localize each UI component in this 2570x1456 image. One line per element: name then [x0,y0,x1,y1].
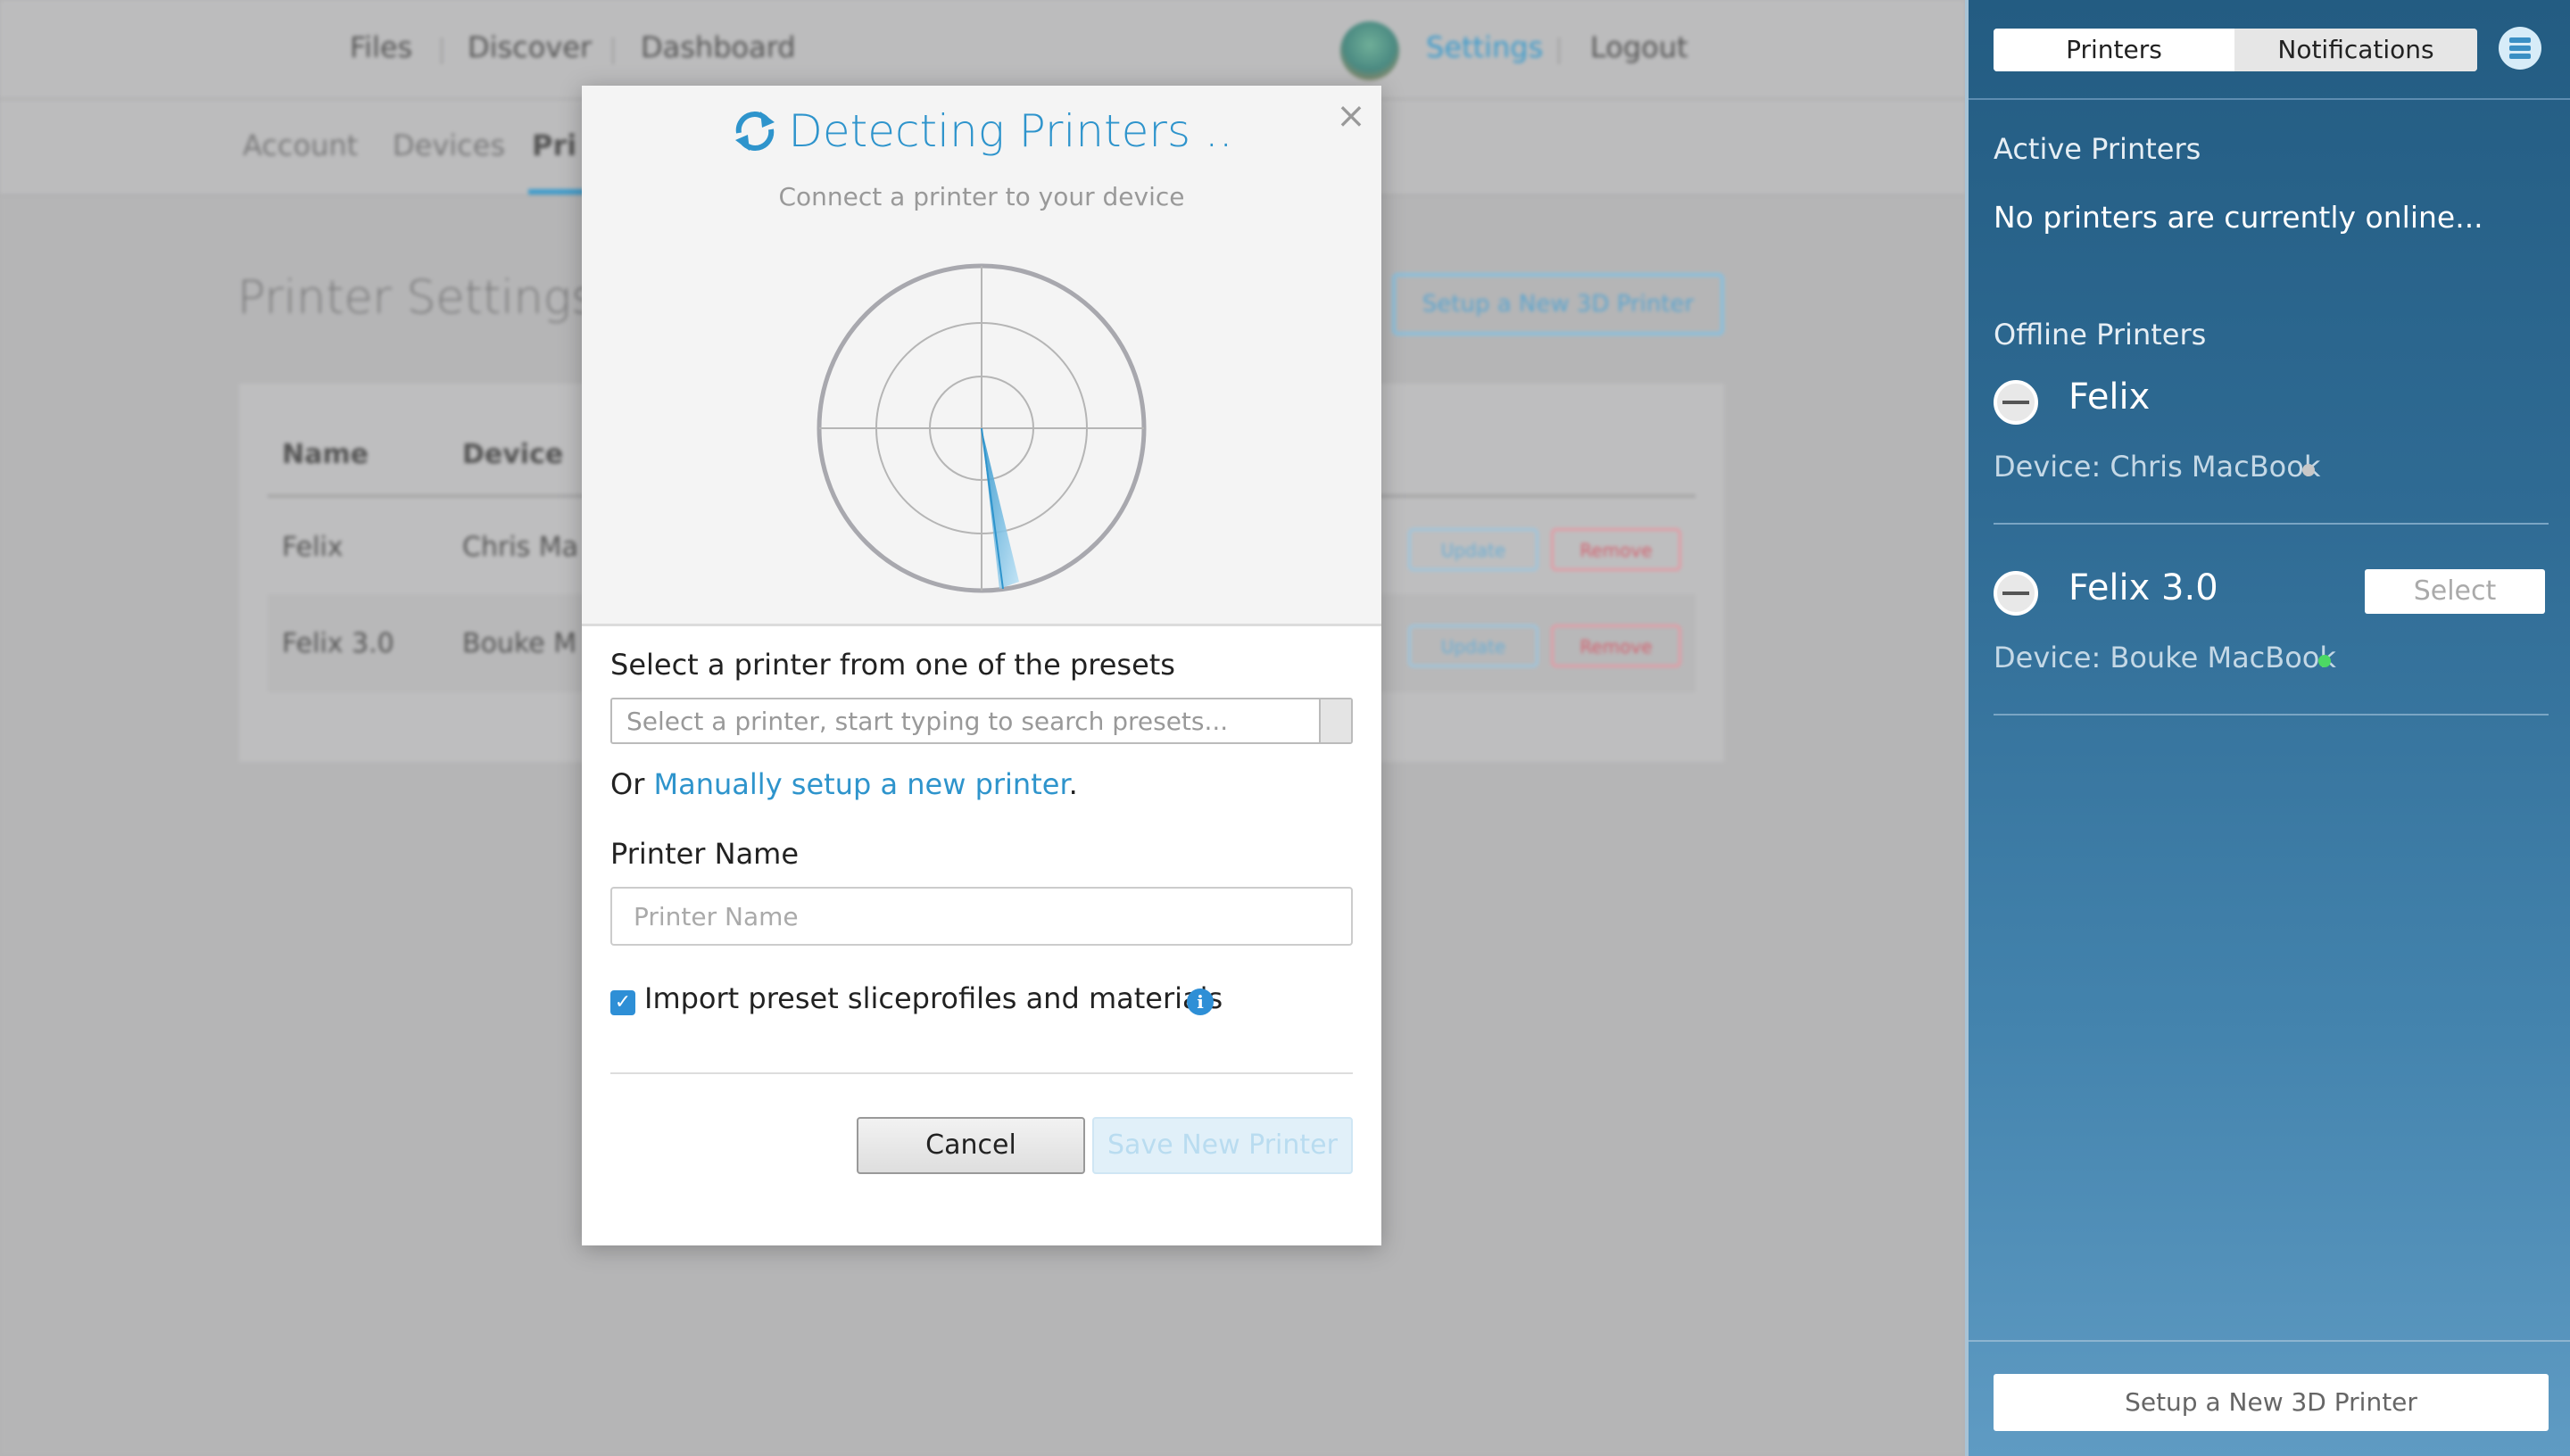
nav-separator [441,37,443,64]
table-cell-name: Felix 3.0 [282,628,394,659]
printer-name: Felix 3.0 [2068,567,2218,608]
server-icon[interactable] [2499,27,2541,70]
manual-setup-link[interactable]: Manually setup a new printer [654,767,1069,801]
table-header-name: Name [282,439,369,470]
panel-tabs: Printers Notifications [1994,29,2477,71]
preset-select-placeholder: Select a printer, start typing to search… [626,707,1229,736]
printer-offline-icon [1994,571,2038,616]
table-cell-device: Bouke M [462,628,577,659]
printer-divider [1994,523,2549,525]
dropdown-toggle[interactable] [1319,699,1351,742]
printers-panel: Printers Notifications Active Printers N… [1965,0,2570,1456]
offline-printers-heading: Offline Printers [1994,318,2207,352]
import-checkbox[interactable]: ✓ [610,990,635,1015]
remove-button[interactable]: Remove [1551,528,1681,571]
period-text: . [1068,767,1078,801]
nav-separator [1558,37,1560,64]
modal-header: × Detecting Printers .. Connect a printe… [582,86,1381,626]
preset-select[interactable]: Select a printer, start typing to search… [610,698,1353,744]
modal-divider [610,1072,1353,1074]
table-cell-name: Felix [282,532,344,563]
radar-scan-graphic [817,263,1147,593]
setup-printer-button-bg[interactable]: Setup a New 3D Printer [1392,273,1724,335]
refresh-icon [735,112,775,151]
printer-device: Device: Bouke MacBook [1994,641,2336,674]
nav-settings[interactable]: Settings [1426,30,1543,64]
printer-name: Felix [2068,376,2151,418]
setup-new-printer-button[interactable]: Setup a New 3D Printer [1994,1374,2549,1431]
nav-discover[interactable]: Discover [468,30,592,64]
or-text: Or [610,767,654,801]
status-dot [2302,464,2315,476]
tab-printers[interactable]: Printers [1994,29,2234,71]
subnav-printers[interactable]: Pri [532,128,576,162]
status-dot [2318,655,2331,667]
table-header-device: Device [462,439,564,470]
panel-header: Printers Notifications [1969,0,2570,100]
nav-logout[interactable]: Logout [1590,30,1688,64]
info-icon[interactable]: i [1187,989,1214,1015]
table-cell-device: Chris Ma [462,532,579,563]
printer-offline-icon [1994,380,2038,425]
import-label: Import preset sliceprofiles and material… [644,981,1223,1015]
printer-divider [1994,714,2549,716]
page-title: Printer Settings [237,271,595,325]
modal-title-row: Detecting Printers .. [582,105,1381,177]
select-printer-button[interactable]: Select [2365,569,2545,614]
panel-footer: Setup a New 3D Printer [1969,1340,2570,1456]
user-avatar[interactable] [1340,21,1399,80]
nav-files[interactable]: Files [350,30,412,64]
tab-notifications[interactable]: Notifications [2234,29,2477,71]
save-printer-button[interactable]: Save New Printer [1092,1117,1353,1174]
modal-subtitle: Connect a printer to your device [778,182,1185,211]
preset-label: Select a printer from one of the presets [610,648,1175,682]
manual-setup-line: Or Manually setup a new printer. [610,767,1078,801]
update-button[interactable]: Update [1408,625,1538,667]
active-printers-message: No printers are currently online... [1994,200,2483,235]
printer-name-input[interactable] [610,887,1353,946]
printer-device: Device: Chris MacBook [1994,450,2321,484]
subnav-devices[interactable]: Devices [393,128,505,162]
remove-button[interactable]: Remove [1551,625,1681,667]
nav-separator [612,37,614,64]
detect-printers-modal: × Detecting Printers .. Connect a printe… [582,86,1381,1245]
active-printers-heading: Active Printers [1994,132,2201,166]
nav-dashboard[interactable]: Dashboard [641,30,796,64]
modal-title: Detecting Printers .. [788,105,1233,157]
subnav-active-indicator [528,189,585,194]
cancel-button[interactable]: Cancel [857,1117,1085,1174]
update-button[interactable]: Update [1408,528,1538,571]
printer-name-label: Printer Name [610,837,800,871]
subnav-account[interactable]: Account [243,128,358,162]
